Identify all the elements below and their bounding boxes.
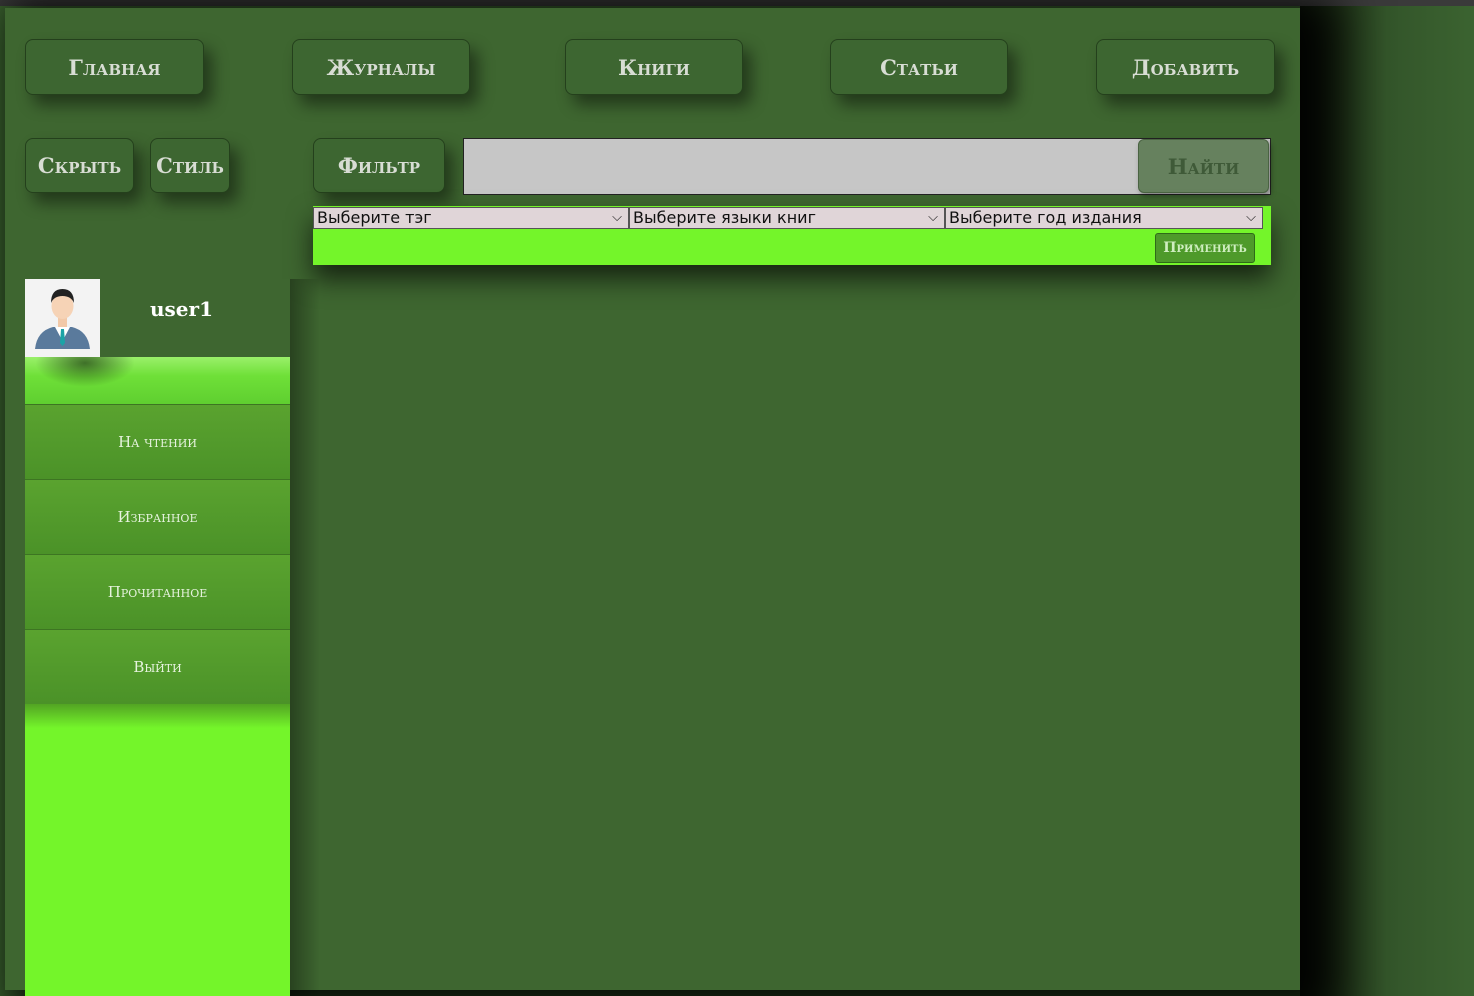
apply-button[interactable]: Применить	[1155, 233, 1255, 263]
style-button[interactable]: Стиль	[150, 138, 230, 193]
sidebar: user1 На чтении Избранное Прочитанное Вы…	[25, 279, 290, 996]
chevron-down-icon: ⌵	[928, 210, 938, 225]
filter-button[interactable]: Фильтр	[313, 138, 445, 193]
year-select[interactable]: Выберите год издания ⌵	[945, 207, 1263, 229]
menu-bottom-shadow	[25, 704, 290, 728]
sidebar-item-logout[interactable]: Выйти	[25, 629, 290, 704]
search-button[interactable]: Найти	[1138, 139, 1269, 193]
avatar[interactable]	[25, 279, 100, 357]
year-select-label: Выберите год издания	[949, 208, 1142, 227]
chevron-down-icon: ⌵	[612, 210, 622, 225]
nav-journals-button[interactable]: Журналы	[292, 39, 470, 95]
nav-home-button[interactable]: Главная	[25, 39, 204, 95]
language-select[interactable]: Выберите языки книг ⌵	[629, 207, 945, 229]
user-avatar-icon	[25, 279, 100, 357]
nav-add-button[interactable]: Добавить	[1096, 39, 1275, 95]
sidebar-item-favorites[interactable]: Избранное	[25, 479, 290, 554]
profile-header: user1	[25, 279, 290, 357]
sidebar-item-label: Выйти	[133, 658, 182, 676]
chevron-down-icon: ⌵	[1246, 210, 1256, 225]
username: user1	[150, 297, 213, 321]
right-shadow-area	[1300, 6, 1474, 996]
sidebar-shadow	[290, 279, 320, 996]
tag-select[interactable]: Выберите тэг ⌵	[313, 207, 629, 229]
nav-articles-button[interactable]: Статьи	[830, 39, 1008, 95]
filter-panel: Выберите тэг ⌵ Выберите языки книг ⌵ Выб…	[313, 206, 1271, 265]
tag-select-label: Выберите тэг	[317, 208, 432, 227]
sidebar-item-read[interactable]: Прочитанное	[25, 554, 290, 629]
language-select-label: Выберите языки книг	[633, 208, 816, 227]
nav-books-button[interactable]: Книги	[565, 39, 743, 95]
profile-glow-shadow	[35, 357, 135, 387]
hide-button[interactable]: Скрыть	[25, 138, 134, 193]
sidebar-item-label: На чтении	[118, 433, 197, 451]
sidebar-item-label: Избранное	[117, 508, 198, 526]
sidebar-item-reading[interactable]: На чтении	[25, 404, 290, 479]
sidebar-item-label: Прочитанное	[107, 583, 208, 601]
